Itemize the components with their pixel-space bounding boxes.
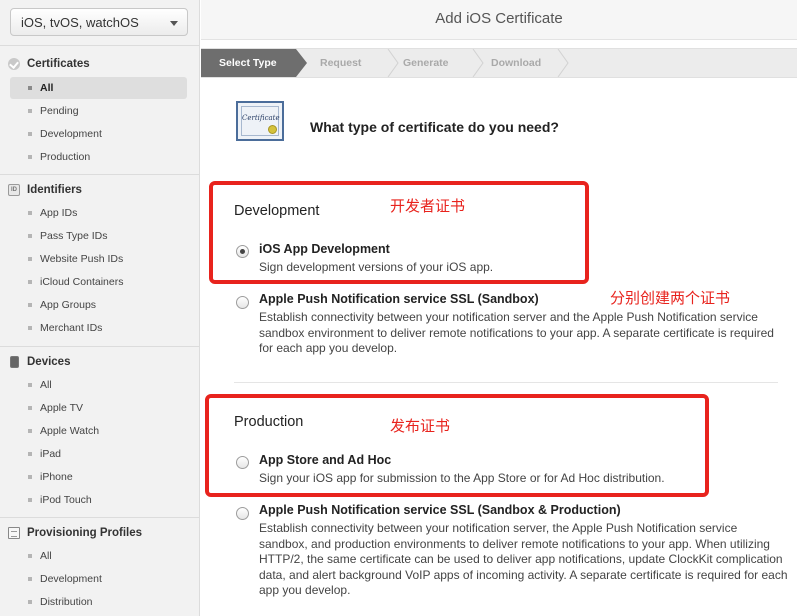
- sidebar-item-app-ids[interactable]: App IDs: [10, 202, 187, 224]
- step-separator: [387, 49, 399, 77]
- sidebar-item-merchant-ids[interactable]: Merchant IDs: [10, 317, 187, 339]
- sidebar-item-development[interactable]: Development: [10, 123, 187, 145]
- step-request: Request: [320, 57, 362, 69]
- sidebar-item-apple-tv[interactable]: Apple TV: [10, 397, 187, 419]
- annotation-split-note: 分别创建两个证书: [610, 289, 731, 307]
- step-arrow: [296, 49, 307, 77]
- sidebar-item-ipod-touch[interactable]: iPod Touch: [10, 489, 187, 511]
- sidebar-item-certificates-all[interactable]: All: [10, 77, 187, 99]
- section-title: Provisioning Profiles: [27, 527, 143, 539]
- step-generate: Generate: [403, 57, 449, 69]
- section-identifiers[interactable]: ID Identifiers: [8, 184, 82, 196]
- main-content: Add iOS Certificate Select Type Request …: [201, 0, 797, 616]
- sidebar-item-website-push-ids[interactable]: Website Push IDs: [10, 248, 187, 270]
- sidebar-item-production[interactable]: Production: [10, 146, 187, 168]
- section-divider: [234, 382, 778, 383]
- chevron-down-icon: [170, 21, 178, 26]
- annotation-prod-note: 发布证书: [390, 417, 451, 435]
- divider: [0, 517, 200, 518]
- divider: [0, 45, 200, 46]
- sidebar-item-pass-type-ids[interactable]: Pass Type IDs: [10, 225, 187, 247]
- sidebar-item-ipad[interactable]: iPad: [10, 443, 187, 465]
- divider: [0, 174, 200, 175]
- sidebar-item-pending[interactable]: Pending: [10, 100, 187, 122]
- sidebar-item-iphone[interactable]: iPhone: [10, 466, 187, 488]
- step-separator: [557, 49, 569, 77]
- certificate-icon: Certificate: [236, 101, 284, 141]
- annotation-box-production: [205, 394, 709, 497]
- device-icon: [10, 356, 19, 368]
- annotation-dev-note: 开发者证书: [390, 197, 466, 215]
- section-title: Certificates: [27, 58, 90, 70]
- platform-dropdown[interactable]: iOS, tvOS, watchOS: [10, 8, 188, 36]
- sidebar-item-devices-all[interactable]: All: [10, 374, 187, 396]
- section-certificates[interactable]: Certificates: [8, 58, 90, 70]
- question-heading: What type of certificate do you need?: [310, 119, 559, 135]
- check-circle-icon: [8, 58, 20, 70]
- id-card-icon: ID: [8, 184, 20, 196]
- section-provisioning-profiles[interactable]: Provisioning Profiles: [8, 527, 142, 539]
- sidebar-item-profiles-all[interactable]: All: [10, 545, 187, 567]
- section-title: Devices: [27, 356, 71, 368]
- divider: [0, 346, 200, 347]
- sidebar-item-profiles-development[interactable]: Development: [10, 568, 187, 590]
- option-desc-apns-sandbox-production: Establish connectivity between your noti…: [259, 521, 788, 597]
- step-separator: [472, 49, 484, 77]
- sidebar: iOS, tvOS, watchOS Certificates All Pend…: [0, 0, 200, 616]
- platform-dropdown-label: iOS, tvOS, watchOS: [21, 15, 139, 30]
- section-devices[interactable]: Devices: [8, 356, 70, 368]
- page-title: Add iOS Certificate: [201, 0, 797, 40]
- sidebar-item-apple-watch[interactable]: Apple Watch: [10, 420, 187, 442]
- sidebar-item-profiles-distribution[interactable]: Distribution: [10, 591, 187, 613]
- step-select-type: Select Type: [201, 49, 296, 77]
- option-title-apns-sandbox[interactable]: Apple Push Notification service SSL (San…: [259, 292, 539, 306]
- radio-apns-sandbox-production[interactable]: [236, 507, 249, 520]
- step-progress-bar: Select Type Request Generate Download: [201, 48, 797, 78]
- radio-apns-sandbox[interactable]: [236, 296, 249, 309]
- sidebar-item-app-groups[interactable]: App Groups: [10, 294, 187, 316]
- section-title: Identifiers: [27, 184, 82, 196]
- document-icon: [8, 527, 20, 539]
- option-desc-apns-sandbox: Establish connectivity between your noti…: [259, 310, 774, 355]
- option-title-apns-sandbox-production[interactable]: Apple Push Notification service SSL (San…: [259, 503, 621, 517]
- step-download: Download: [491, 57, 542, 69]
- sidebar-item-icloud-containers[interactable]: iCloud Containers: [10, 271, 187, 293]
